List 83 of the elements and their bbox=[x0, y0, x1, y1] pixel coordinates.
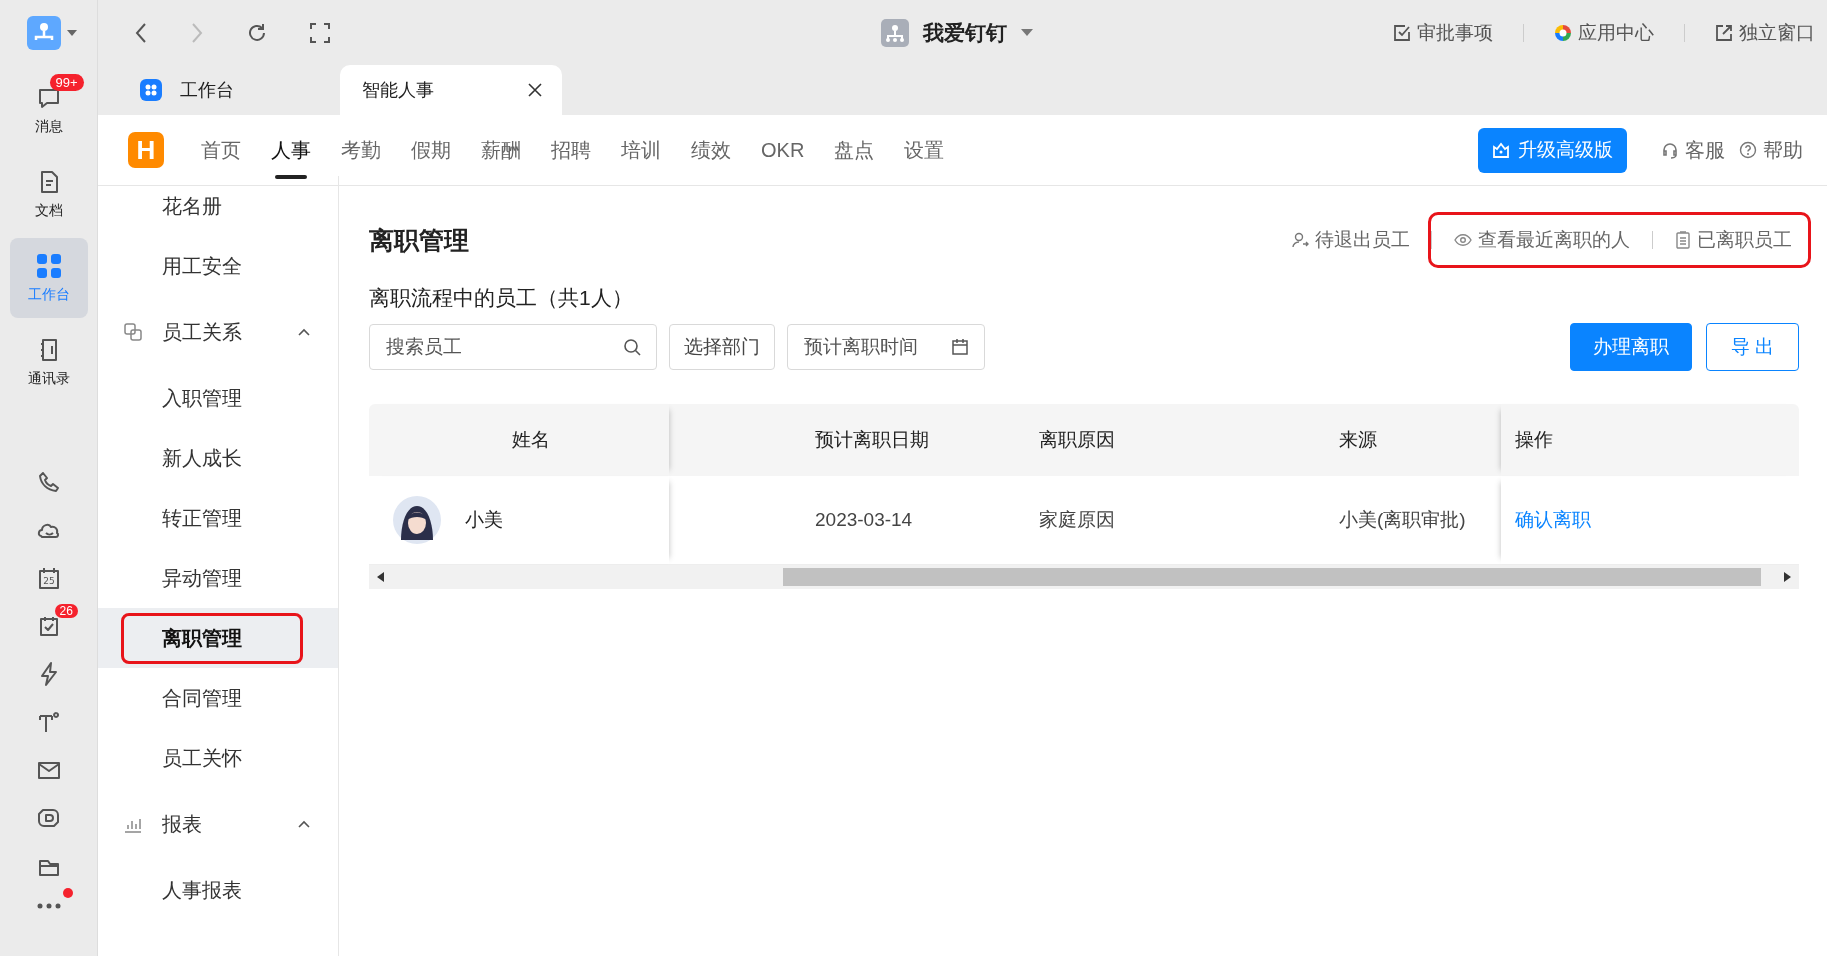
caret-icon[interactable] bbox=[66, 30, 77, 36]
menu-item[interactable]: 新人成长 bbox=[98, 428, 338, 488]
unread-badge: 99+ bbox=[49, 74, 84, 91]
checkbox-icon bbox=[1393, 23, 1411, 42]
department-select[interactable]: 选择部门 bbox=[669, 324, 775, 370]
link-icon bbox=[124, 323, 142, 341]
back-icon[interactable] bbox=[134, 21, 148, 44]
caret-icon bbox=[1021, 29, 1033, 36]
toolbar-link[interactable]: 独立窗口 bbox=[1715, 19, 1815, 46]
header-link[interactable]: 查看最近离职的人 bbox=[1454, 227, 1630, 253]
app-logo: H bbox=[128, 132, 164, 168]
person-icon bbox=[1291, 231, 1309, 249]
export-button[interactable]: 导 出 bbox=[1705, 323, 1799, 371]
date-field[interactable]: 预计离职时间 bbox=[787, 324, 985, 370]
header-link[interactable]: 已离职员工 bbox=[1675, 227, 1792, 253]
chevron-icon bbox=[298, 820, 310, 828]
column-header: 预计离职日期 bbox=[815, 428, 929, 452]
highlight-box: 离职管理 bbox=[121, 612, 303, 664]
nav-link[interactable]: 客服 bbox=[1661, 136, 1725, 164]
offboard-button[interactable]: 办理离职 bbox=[1569, 323, 1692, 371]
menu-item[interactable]: 入职管理 bbox=[98, 368, 338, 428]
confirm-link[interactable]: 确认离职 bbox=[1515, 507, 1591, 533]
eye-icon bbox=[1454, 233, 1472, 247]
close-icon[interactable] bbox=[528, 83, 542, 97]
table-cell: 2023-03-14 bbox=[815, 509, 913, 531]
nav-tab[interactable]: 假期 bbox=[396, 115, 466, 185]
table-cell-text: 小美 bbox=[465, 508, 503, 532]
fullscreen-icon[interactable] bbox=[310, 22, 330, 43]
browser-tab[interactable]: 智能人事 bbox=[340, 65, 562, 115]
org-chart-icon bbox=[881, 18, 909, 47]
clipboard-icon bbox=[1675, 231, 1691, 249]
apps-icon bbox=[34, 252, 63, 280]
column-header: 离职原因 bbox=[1039, 428, 1115, 452]
table-cell-text: 家庭原因 bbox=[1039, 508, 1115, 532]
workbench-icon bbox=[140, 79, 162, 101]
menu-item[interactable]: 转正管理 bbox=[98, 488, 338, 548]
menu-item[interactable]: 异动管理 bbox=[98, 548, 338, 608]
nav-tab[interactable]: 绩效 bbox=[676, 115, 746, 185]
scroll-left-icon[interactable] bbox=[377, 572, 385, 582]
upgrade-button[interactable]: 升级高级版 bbox=[1478, 127, 1627, 173]
search-icon bbox=[623, 338, 641, 356]
menu-item[interactable]: 离职管理 bbox=[98, 608, 338, 668]
section-subtitle: 离职流程中的员工（共1人） bbox=[369, 285, 634, 311]
nav-tab[interactable]: 设置 bbox=[889, 115, 960, 185]
scroll-right-icon[interactable] bbox=[1783, 572, 1791, 582]
scroll-thumb[interactable] bbox=[783, 568, 1761, 586]
nav-link[interactable]: 帮助 bbox=[1739, 136, 1803, 164]
table-cell-text: 小美(离职审批) bbox=[1339, 508, 1466, 532]
nav-tab[interactable]: 薪酬 bbox=[466, 115, 536, 185]
rail-item[interactable]: 消息 99+ bbox=[9, 70, 88, 150]
chevron-icon bbox=[298, 328, 310, 336]
rail-item[interactable]: 文档 bbox=[9, 154, 88, 234]
browser-tab[interactable]: 工作台 bbox=[118, 65, 340, 115]
headset-icon bbox=[1661, 141, 1679, 159]
column-header: 姓名 bbox=[512, 428, 550, 452]
avatar bbox=[393, 496, 441, 544]
column-header: 操作 bbox=[1515, 428, 1553, 452]
horizontal-scrollbar[interactable] bbox=[369, 565, 1799, 589]
org-switcher[interactable]: 我爱钉钉 bbox=[881, 18, 1033, 47]
page-title: 离职管理 bbox=[369, 224, 469, 256]
app-center-icon bbox=[1554, 23, 1572, 42]
search-field[interactable]: 搜索员工 bbox=[369, 324, 657, 370]
toolbar-link[interactable]: 应用中心 bbox=[1554, 19, 1654, 46]
menu-item[interactable]: 人事报表 bbox=[98, 860, 338, 920]
menu-item[interactable]: 用工安全 bbox=[98, 236, 338, 296]
nav-tab[interactable]: 培训 bbox=[606, 115, 676, 185]
rail-item[interactable]: 通讯录 bbox=[9, 322, 88, 402]
external-window-icon bbox=[1715, 23, 1733, 42]
calendar-icon bbox=[951, 338, 969, 356]
nav-tab[interactable]: 盘点 bbox=[819, 115, 890, 185]
menu-group[interactable]: 报表 bbox=[98, 788, 338, 860]
help-icon bbox=[1739, 141, 1757, 159]
header-link[interactable]: 待退出员工 bbox=[1291, 227, 1410, 253]
column-header: 来源 bbox=[1339, 428, 1377, 452]
crown-icon bbox=[1492, 141, 1510, 159]
toolbar-link[interactable]: 审批事项 bbox=[1393, 19, 1493, 46]
menu-item[interactable]: 合同管理 bbox=[98, 668, 338, 728]
menu-group[interactable]: 员工关系 bbox=[98, 296, 338, 368]
refresh-icon[interactable] bbox=[246, 21, 268, 44]
menu-item[interactable]: 员工关怀 bbox=[98, 728, 338, 788]
nav-tab[interactable]: OKR bbox=[746, 115, 820, 185]
nav-tab[interactable]: 招聘 bbox=[536, 115, 606, 185]
count-badge: 26 bbox=[54, 604, 78, 618]
